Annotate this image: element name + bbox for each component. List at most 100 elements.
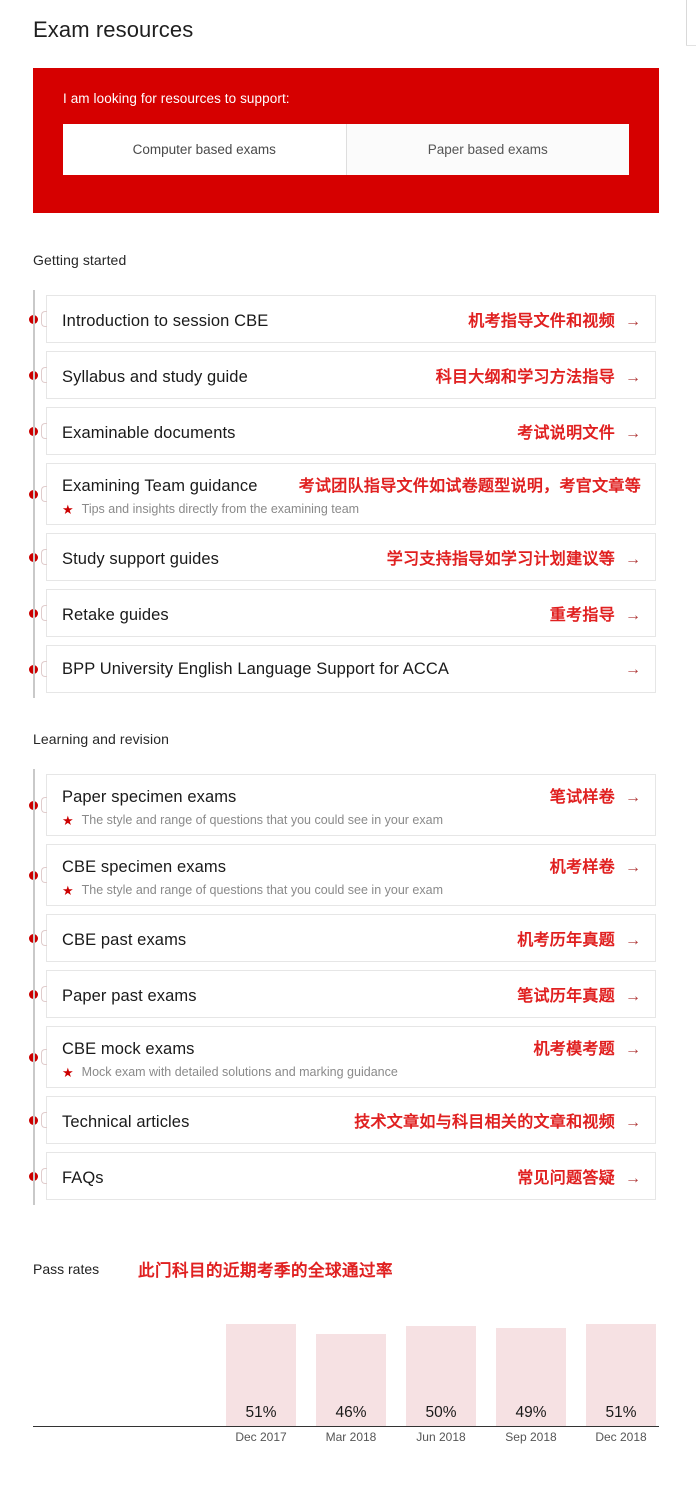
- resource-card-title: Technical articles: [62, 1113, 190, 1131]
- timeline-bracket: [41, 486, 47, 502]
- resource-card[interactable]: Examinable documents 考试说明文件 →: [46, 407, 656, 455]
- timeline-bracket: [41, 867, 47, 883]
- resource-card-annotation: 机考模考题: [533, 1041, 615, 1058]
- exam-resources-page: Exam resources I am looking for resource…: [0, 0, 696, 1503]
- chart-bar-label: Dec 2018: [595, 1430, 647, 1444]
- timeline-bracket: [41, 797, 47, 813]
- chart-bar-value: 51%: [605, 1404, 637, 1421]
- window-edge-line-2: [686, 45, 696, 46]
- arrow-right-icon[interactable]: →: [625, 860, 641, 876]
- pass-rates-chart: 51% Dec 2017 46% Mar 2018 50% Jun 2018 49% Sep …: [33, 1300, 659, 1450]
- page-title: Exam resources: [33, 17, 194, 42]
- resource-card-title: Examinable documents: [62, 424, 236, 442]
- resource-card[interactable]: BPP University English Language Support …: [46, 645, 656, 693]
- resource-card[interactable]: Paper past exams 笔试历年真题 →: [46, 970, 656, 1018]
- resource-card-annotation: 机考指导文件和视频: [468, 313, 615, 330]
- arrow-right-icon[interactable]: →: [625, 790, 641, 806]
- timeline-bracket: [41, 1049, 47, 1065]
- section-heading-1: Getting started: [33, 252, 127, 268]
- chart-bar-label: Dec 2017: [235, 1430, 287, 1444]
- resource-card-title: CBE past exams: [62, 931, 187, 949]
- resource-card-title: Introduction to session CBE: [62, 312, 269, 330]
- timeline-rail: [33, 290, 35, 698]
- resource-card-title: BPP University English Language Support …: [62, 659, 449, 678]
- tab-computer-based-exams[interactable]: Computer based exams: [63, 124, 346, 175]
- chart-bar-label: Jun 2018: [416, 1430, 466, 1444]
- pass-rates-annotation: 此门科目的近期考季的全球通过率: [138, 1262, 393, 1280]
- resource-card[interactable]: Technical articles 技术文章如与科目相关的文章和视频 →: [46, 1096, 656, 1144]
- resource-card-subtitle: The style and range of questions that yo…: [81, 883, 443, 897]
- pass-rates-label: Pass rates: [33, 1261, 100, 1277]
- arrow-right-icon[interactable]: →: [625, 426, 641, 442]
- arrow-right-icon[interactable]: →: [625, 370, 641, 386]
- exam-type-tabs: Computer based exams Paper based exams: [63, 124, 629, 175]
- timeline-rail: [33, 769, 35, 1205]
- resource-card-title: CBE specimen exams: [62, 858, 227, 876]
- resource-card-title: Syllabus and study guide: [62, 368, 248, 386]
- window-edge-line: [686, 0, 687, 46]
- timeline-bracket: [41, 986, 47, 1002]
- chart-bar-value: 50%: [425, 1404, 457, 1421]
- chart-bar: 49%: [496, 1328, 566, 1426]
- arrow-right-icon[interactable]: →: [625, 989, 641, 1005]
- resource-card-title: Paper past exams: [62, 987, 197, 1005]
- timeline-bracket: [41, 423, 47, 439]
- resource-card[interactable]: Examining Team guidance 考试团队指导文件如试卷题型说明，考…: [46, 463, 656, 525]
- chart-bar-label: Sep 2018: [505, 1430, 557, 1444]
- resource-card[interactable]: FAQs 常见问题答疑 →: [46, 1152, 656, 1200]
- timeline-bracket: [41, 661, 47, 677]
- star-icon: ★: [62, 501, 74, 517]
- timeline-bracket: [41, 930, 47, 946]
- resource-card[interactable]: Introduction to session CBE 机考指导文件和视频 →: [46, 295, 656, 343]
- resource-card-title: Study support guides: [62, 550, 220, 568]
- resource-card-annotation: 考试团队指导文件如试卷题型说明，考官文章等: [298, 478, 641, 495]
- arrow-right-icon[interactable]: →: [625, 608, 641, 624]
- resource-card-annotation: 机考样卷: [549, 859, 615, 876]
- resource-card[interactable]: CBE specimen exams 机考样卷 → ★ The style and ra…: [46, 844, 656, 906]
- star-icon: ★: [62, 1064, 74, 1080]
- arrow-right-icon[interactable]: →: [625, 1171, 641, 1187]
- resource-card-annotation: 考试说明文件: [517, 425, 615, 442]
- resource-card-subtitle: Mock exam with detailed solutions and ma…: [81, 1065, 398, 1079]
- star-icon: ★: [62, 812, 74, 828]
- resource-card[interactable]: Retake guides 重考指导 →: [46, 589, 656, 637]
- chart-bar: 46%: [316, 1334, 386, 1426]
- resource-card-title: Paper specimen exams: [62, 788, 237, 806]
- arrow-right-icon[interactable]: →: [625, 933, 641, 949]
- star-icon: ★: [62, 882, 74, 898]
- timeline-bracket: [41, 311, 47, 327]
- timeline-bracket: [41, 549, 47, 565]
- resource-card[interactable]: Paper specimen exams 笔试样卷 → ★ The style and …: [46, 774, 656, 836]
- resource-card-subtitle: The style and range of questions that yo…: [81, 813, 443, 827]
- arrow-right-icon[interactable]: →: [625, 661, 641, 678]
- chart-bar-label: Mar 2018: [325, 1430, 377, 1444]
- banner-label: I am looking for resources to support:: [63, 91, 290, 106]
- chart-bar-value: 49%: [515, 1404, 547, 1421]
- resource-card-title: Retake guides: [62, 606, 169, 624]
- arrow-right-icon[interactable]: →: [625, 1042, 641, 1058]
- resource-card-title: Examining Team guidance: [62, 477, 258, 495]
- resource-card[interactable]: CBE past exams 机考历年真题 →: [46, 914, 656, 962]
- timeline-bracket: [41, 1112, 47, 1128]
- resource-card-title: FAQs: [62, 1169, 104, 1187]
- chart-baseline-axis: [33, 1426, 659, 1427]
- resource-card[interactable]: Syllabus and study guide 科目大纲和学习方法指导 →: [46, 351, 656, 399]
- resource-card-annotation: 科目大纲和学习方法指导: [435, 369, 615, 386]
- resource-card[interactable]: Study support guides 学习支持指导如学习计划建议等 →: [46, 533, 656, 581]
- chart-bar: 51%: [586, 1324, 656, 1426]
- resource-card-subtitle: Tips and insights directly from the exam…: [81, 502, 360, 516]
- resource-card-annotation: 学习支持指导如学习计划建议等: [386, 551, 615, 568]
- resource-card-annotation: 笔试样卷: [549, 789, 615, 806]
- timeline-bracket: [41, 1168, 47, 1184]
- resource-card-annotation: 重考指导: [549, 607, 615, 624]
- tab-paper-based-exams[interactable]: Paper based exams: [345, 124, 629, 175]
- arrow-right-icon[interactable]: →: [625, 314, 641, 330]
- resource-card-title: CBE mock exams: [62, 1040, 195, 1058]
- resource-card-annotation: 笔试历年真题: [517, 988, 615, 1005]
- section-heading-2: Learning and revision: [33, 731, 169, 747]
- chart-bar: 50%: [406, 1326, 476, 1426]
- resource-card[interactable]: CBE mock exams 机考模考题 → ★ Mock exam with deta…: [46, 1026, 656, 1088]
- arrow-right-icon[interactable]: →: [625, 552, 641, 568]
- arrow-right-icon[interactable]: →: [625, 1115, 641, 1131]
- resource-selector-banner: I am looking for resources to support: C…: [33, 68, 659, 213]
